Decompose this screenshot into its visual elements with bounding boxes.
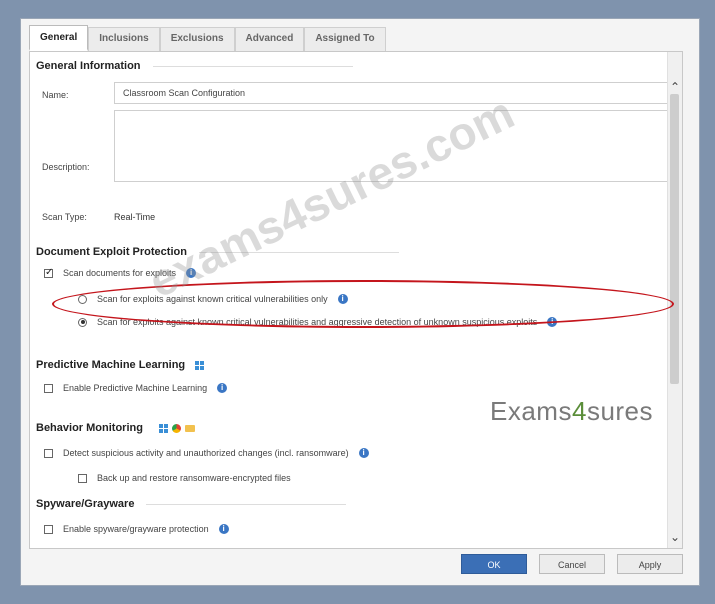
spyware-grayware-heading: Spyware/Grayware [36,498,347,510]
chevron-up-icon[interactable]: ⌃ [668,80,682,94]
name-label: Name: [42,90,69,100]
general-information-title: General Information [36,60,141,72]
exploit-option-known-row[interactable]: Scan for exploits against known critical… [78,294,348,304]
chrome-icon [171,423,181,433]
name-input[interactable] [114,82,676,104]
cancel-button[interactable]: Cancel [539,554,605,574]
predictive-ml-title: Predictive Machine Learning [36,359,186,371]
scan-documents-checkbox[interactable] [44,267,53,278]
folder-icon [184,424,195,432]
tab-bar: General Inclusions Exclusions Advanced A… [29,25,386,51]
backup-restore-row[interactable]: Back up and restore ransomware-encrypted… [78,473,291,483]
general-panel: General Information Name: Description: S… [29,51,683,549]
detect-suspicious-checkbox[interactable] [44,448,53,458]
section-divider [198,251,399,253]
exploit-option-known-radio[interactable] [78,294,87,304]
tab-assigned-to[interactable]: Assigned To [304,27,386,51]
scan-type-value: Real-Time [114,212,156,222]
exploit-option-aggressive-label: Scan for exploits against known critical… [97,317,538,327]
predictive-ml-row[interactable]: Enable Predictive Machine Learning i [44,383,228,393]
scan-documents-row[interactable]: Scan documents for exploits i [44,267,197,278]
tab-advanced[interactable]: Advanced [234,27,305,51]
predictive-ml-heading: Predictive Machine Learning [36,359,205,371]
scan-configuration-dialog: General Inclusions Exclusions Advanced A… [20,18,700,586]
info-icon[interactable]: i [547,317,558,327]
spyware-checkbox[interactable] [44,524,53,534]
windows-icon [195,360,205,370]
ok-button[interactable]: OK [461,554,527,574]
info-icon[interactable]: i [218,524,229,534]
document-exploit-heading: Document Exploit Protection [36,246,399,258]
backup-restore-label: Back up and restore ransomware-encrypted… [97,473,291,483]
spyware-label: Enable spyware/grayware protection [63,524,209,534]
description-input[interactable] [114,110,676,182]
predictive-ml-label: Enable Predictive Machine Learning [63,383,208,393]
tab-inclusions[interactable]: Inclusions [88,27,160,51]
scan-documents-label: Scan documents for exploits [63,268,177,278]
windows-icon [158,423,168,433]
info-icon[interactable]: i [358,448,369,458]
info-icon[interactable]: i [186,268,197,278]
section-divider [146,503,347,505]
scroll-thumb[interactable] [670,94,679,384]
exploit-option-aggressive-radio[interactable] [78,317,87,327]
platform-icons [155,423,195,433]
spyware-grayware-title: Spyware/Grayware [36,498,135,510]
apply-button[interactable]: Apply [617,554,683,574]
panel-scrollbar[interactable]: ⌃ ⌄ [667,52,682,548]
detect-suspicious-label: Detect suspicious activity and unauthori… [63,448,349,458]
behavior-monitoring-title: Behavior Monitoring [36,422,143,434]
info-icon[interactable]: i [217,383,228,393]
exploit-option-known-label: Scan for exploits against known critical… [97,294,328,304]
info-icon[interactable]: i [337,294,348,304]
scan-type-label: Scan Type: [42,212,87,222]
chevron-down-icon[interactable]: ⌄ [668,530,682,544]
tab-exclusions[interactable]: Exclusions [159,27,235,51]
predictive-ml-checkbox[interactable] [44,383,53,393]
tab-general[interactable]: General [29,25,89,51]
section-divider [152,65,353,67]
general-information-heading: General Information [36,60,353,72]
description-label: Description: [42,162,90,172]
detect-suspicious-row[interactable]: Detect suspicious activity and unauthori… [44,448,369,458]
backup-restore-checkbox[interactable] [78,473,87,483]
exploit-option-aggressive-row[interactable]: Scan for exploits against known critical… [78,317,558,327]
spyware-row[interactable]: Enable spyware/grayware protection i [44,524,229,534]
document-exploit-title: Document Exploit Protection [36,246,187,258]
behavior-monitoring-heading: Behavior Monitoring [36,422,195,434]
